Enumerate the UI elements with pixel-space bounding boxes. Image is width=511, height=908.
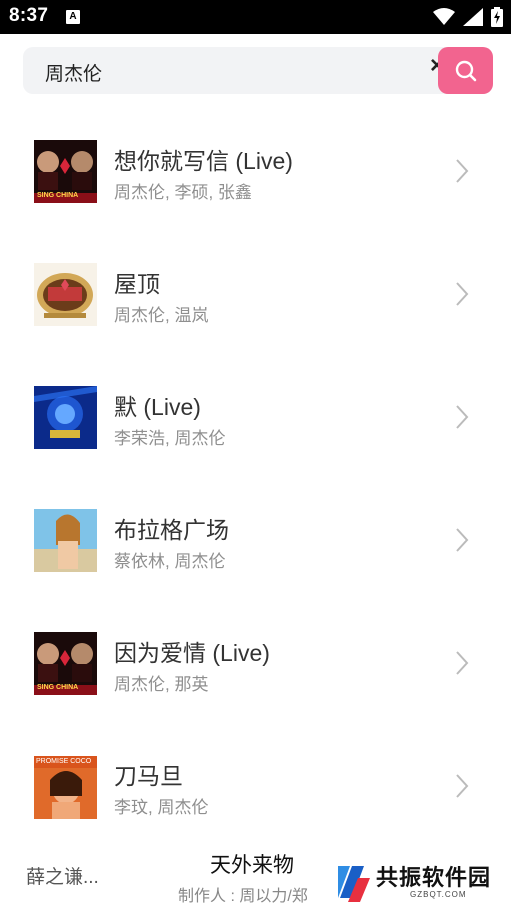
- mini-player[interactable]: 薛之谦... 天外来物 制作人 : 周以力/郑 共振软件园 GZBQT.COM: [0, 838, 511, 908]
- chevron-right-icon: [456, 405, 469, 429]
- cover-text: SING CHINA: [37, 684, 79, 691]
- song-title: 想你就写信 (Live): [114, 148, 293, 174]
- player-prev-song[interactable]: 薛之谦...: [26, 862, 99, 889]
- song-artists: 周杰伦, 李硕, 张鑫: [114, 183, 252, 202]
- chevron-right-icon: [456, 282, 469, 306]
- watermark-text: 共振软件园: [376, 865, 492, 890]
- search-query-text[interactable]: 周杰伦: [45, 59, 102, 86]
- status-bar: 8:37 A: [0, 0, 511, 34]
- cover-text: SING CHINA: [37, 192, 79, 199]
- status-time: 8:37: [9, 5, 49, 26]
- song-artists: 李荣浩, 周杰伦: [114, 429, 226, 448]
- cover-text: PROMISE COCO: [36, 758, 92, 765]
- song-item[interactable]: 屋顶 周杰伦, 温岚: [0, 233, 511, 343]
- song-artists: 李玟, 周杰伦: [114, 798, 209, 817]
- song-title: 布拉格广场: [114, 517, 229, 543]
- status-icons: [433, 7, 503, 27]
- album-cover-image: [34, 263, 97, 326]
- chevron-right-icon: [456, 159, 469, 183]
- chevron-right-icon: [456, 774, 469, 798]
- watermark-logo: 共振软件园 GZBQT.COM: [334, 860, 494, 904]
- song-artists: 周杰伦, 那英: [114, 675, 209, 694]
- signal-icon: [463, 8, 483, 26]
- battery-charging-icon: [491, 7, 503, 27]
- watermark-icon: [338, 866, 370, 902]
- song-title: 默 (Live): [114, 394, 201, 420]
- search-row: 周杰伦 ×: [0, 34, 511, 104]
- player-song-credits: 制作人 : 周以力/郑: [178, 888, 308, 905]
- song-item[interactable]: SING CHINA 想你就写信 (Live) 周杰伦, 李硕, 张鑫: [0, 110, 511, 220]
- song-item[interactable]: SING CHINA 因为爱情 (Live) 周杰伦, 那英: [0, 602, 511, 712]
- album-cover-image: PROMISE COCO: [34, 756, 97, 819]
- search-button[interactable]: [438, 47, 493, 94]
- song-item[interactable]: 布拉格广场 蔡依林, 周杰伦: [0, 479, 511, 589]
- song-item[interactable]: PROMISE COCO 刀马旦 李玟, 周杰伦: [0, 725, 511, 835]
- album-cover-image: SING CHINA: [34, 140, 97, 203]
- album-cover-image: SING CHINA: [34, 632, 97, 695]
- search-input[interactable]: 周杰伦 ×: [23, 47, 463, 94]
- song-item[interactable]: 默 (Live) 李荣浩, 周杰伦: [0, 356, 511, 466]
- song-title: 刀马旦: [114, 763, 183, 789]
- notification-a-icon: A: [66, 10, 80, 24]
- album-cover-image: [34, 386, 97, 449]
- song-artists: 周杰伦, 温岚: [114, 306, 209, 325]
- search-icon: [455, 60, 476, 81]
- chevron-right-icon: [456, 651, 469, 675]
- song-artists: 蔡依林, 周杰伦: [114, 552, 226, 571]
- wifi-icon: [433, 8, 455, 25]
- song-title: 屋顶: [114, 271, 160, 297]
- player-song-title: 天外来物: [210, 854, 294, 877]
- song-title: 因为爱情 (Live): [114, 640, 270, 666]
- chevron-right-icon: [456, 528, 469, 552]
- album-cover-image: [34, 509, 97, 572]
- watermark-subtext: GZBQT.COM: [410, 890, 467, 899]
